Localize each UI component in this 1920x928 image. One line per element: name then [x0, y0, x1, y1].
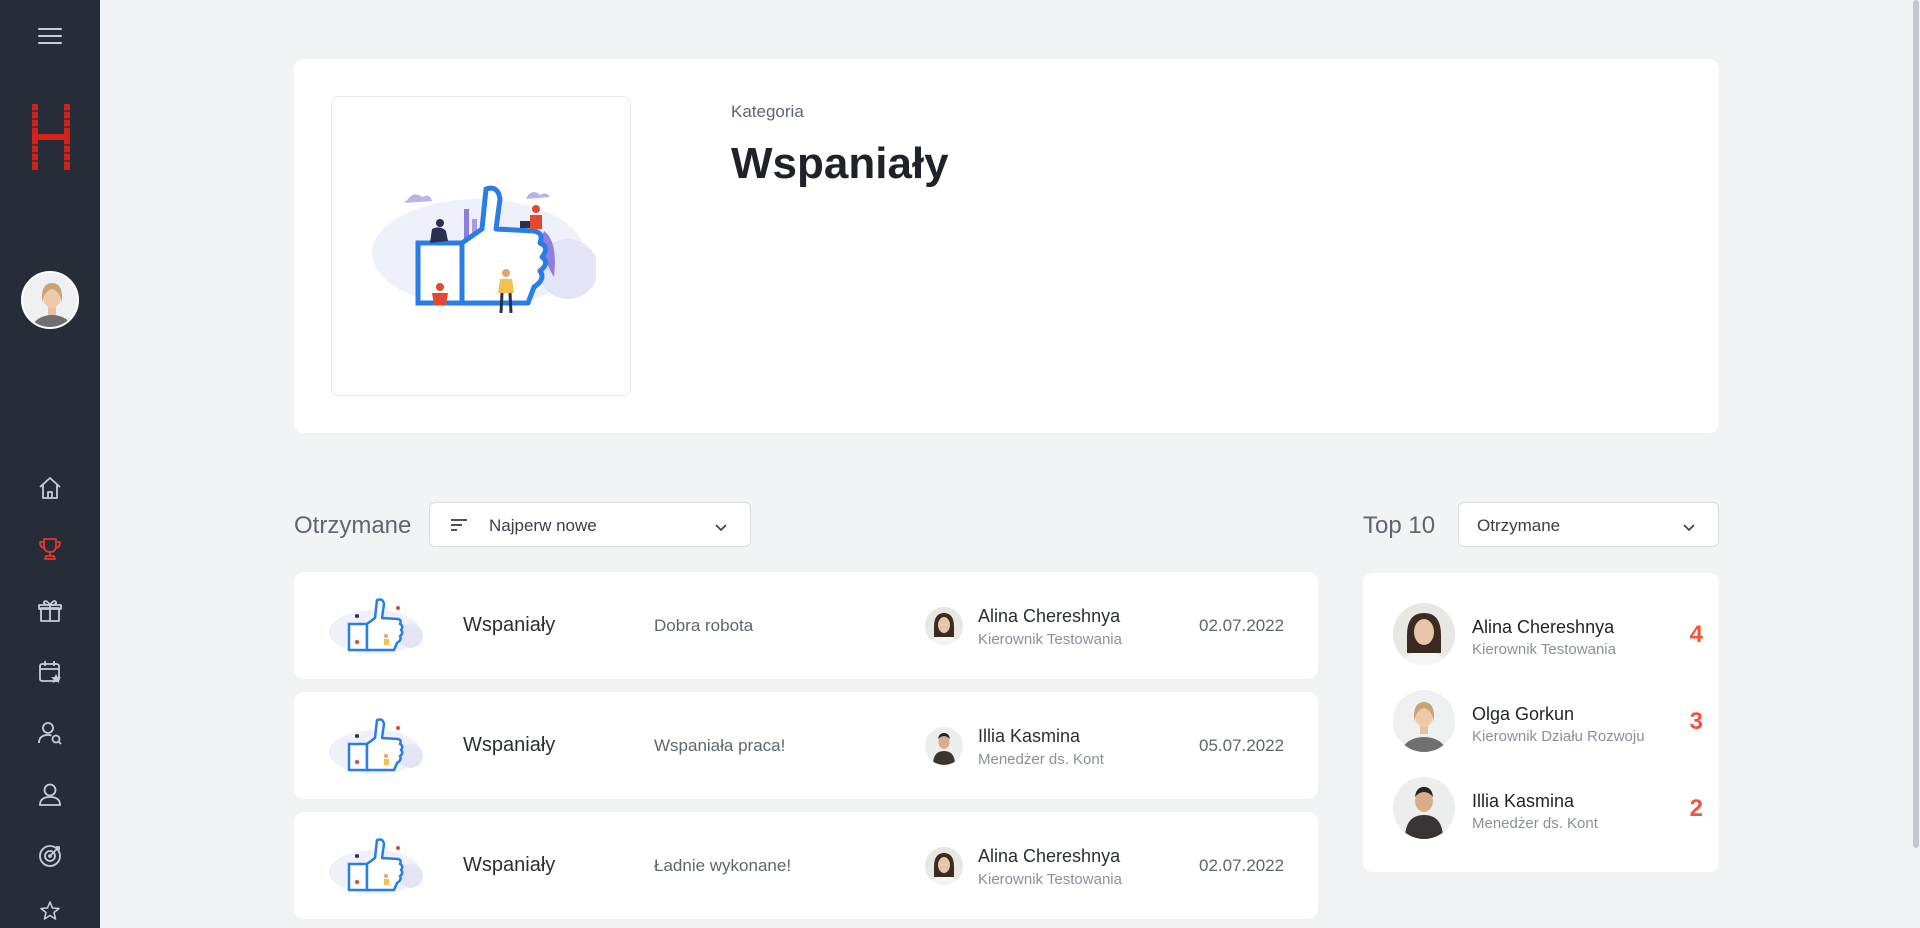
list-item-category: Wspaniały: [463, 734, 556, 756]
avatar[interactable]: [1393, 690, 1455, 752]
list-item-user-role: Kierownik Testowania: [978, 871, 1122, 888]
top10-filter-dropdown[interactable]: Otrzymane: [1458, 502, 1719, 547]
scrollbar-thumb[interactable]: [1913, 0, 1919, 848]
user-icon[interactable]: [36, 780, 64, 808]
sidebar: [0, 0, 100, 928]
list-item-user-name: Illia Kasmina: [978, 726, 1081, 746]
top10-section-title: Top 10: [1363, 512, 1436, 539]
category-label: Kategoria: [731, 102, 804, 121]
avatar[interactable]: [925, 847, 963, 885]
list-item-user-role: Kierownik Testowania: [978, 631, 1122, 648]
avatar[interactable]: [21, 271, 79, 329]
avatar[interactable]: [925, 607, 963, 645]
scrollbar[interactable]: [1912, 0, 1920, 928]
category-image: [331, 96, 631, 396]
gift-icon[interactable]: [36, 597, 64, 625]
logo[interactable]: [30, 104, 72, 170]
top10-user-name: Olga Gorkun: [1472, 704, 1575, 724]
top10-count: 2: [1689, 795, 1703, 822]
chevron-down-icon: [1682, 519, 1696, 537]
category-thumbnail: [327, 596, 423, 661]
top10-row[interactable]: Alina Chereshnya Kierownik Testowania 4: [1393, 603, 1703, 667]
sort-icon: [450, 517, 468, 538]
top10-user-role: Kierownik Testowania: [1472, 641, 1616, 658]
list-item[interactable]: Wspaniały Wspaniała praca! Illia Kasmina…: [294, 692, 1318, 799]
top10-user-name: Illia Kasmina: [1472, 791, 1575, 811]
chevron-down-icon: [714, 519, 728, 537]
calendar-star-icon[interactable]: [36, 658, 64, 686]
category-thumbnail: [327, 716, 423, 781]
user-search-icon[interactable]: [36, 719, 64, 747]
top10-user-role: Menedżer ds. Kont: [1472, 815, 1598, 832]
top10-row[interactable]: Olga Gorkun Kierownik Działu Rozwoju 3: [1393, 690, 1703, 754]
top10-user-name: Alina Chereshnya: [1472, 617, 1615, 637]
list-item-date: 05.07.2022: [1199, 736, 1285, 755]
list-item-date: 02.07.2022: [1199, 856, 1285, 875]
top10-user-role: Kierownik Działu Rozwoju: [1472, 728, 1645, 745]
avatar[interactable]: [925, 727, 963, 765]
top10-card: Alina Chereshnya Kierownik Testowania 4 …: [1363, 573, 1719, 872]
top10-count: 4: [1689, 621, 1703, 648]
list-item-user-role: Menedżer ds. Kont: [978, 751, 1104, 768]
avatar[interactable]: [1393, 777, 1455, 839]
list-item-message: Ładnie wykonane!: [654, 856, 792, 875]
list-item-user-name: Alina Chereshnya: [978, 846, 1121, 866]
category-header-card: Kategoria Wspaniały: [294, 59, 1719, 433]
top10-filter-label: Otrzymane: [1477, 516, 1561, 535]
page-title: Wspaniały: [731, 139, 949, 188]
stars-icon[interactable]: [36, 900, 64, 928]
list-item[interactable]: Wspaniały Ładnie wykonane! Alina Cheresh…: [294, 812, 1318, 919]
target-icon[interactable]: [36, 842, 64, 870]
list-item[interactable]: Wspaniały Dobra robota Alina Chereshnya …: [294, 572, 1318, 679]
list-item-category: Wspaniały: [463, 614, 556, 636]
hamburger-icon[interactable]: [38, 28, 62, 46]
category-thumbnail: [327, 836, 423, 901]
list-item-category: Wspaniały: [463, 854, 556, 876]
list-item-date: 02.07.2022: [1199, 616, 1285, 635]
top10-count: 3: [1689, 708, 1703, 735]
list-item-message: Dobra robota: [654, 616, 754, 635]
home-icon[interactable]: [36, 474, 64, 502]
sort-dropdown[interactable]: Najperw nowe: [429, 502, 751, 547]
trophy-icon[interactable]: [36, 535, 64, 563]
sort-dropdown-label: Najperw nowe: [489, 516, 597, 535]
list-item-user-name: Alina Chereshnya: [978, 606, 1121, 626]
list-item-message: Wspaniała praca!: [654, 736, 786, 755]
avatar[interactable]: [1393, 603, 1455, 665]
top10-row[interactable]: Illia Kasmina Menedżer ds. Kont 2: [1393, 777, 1703, 841]
received-section-title: Otrzymane: [294, 512, 412, 539]
